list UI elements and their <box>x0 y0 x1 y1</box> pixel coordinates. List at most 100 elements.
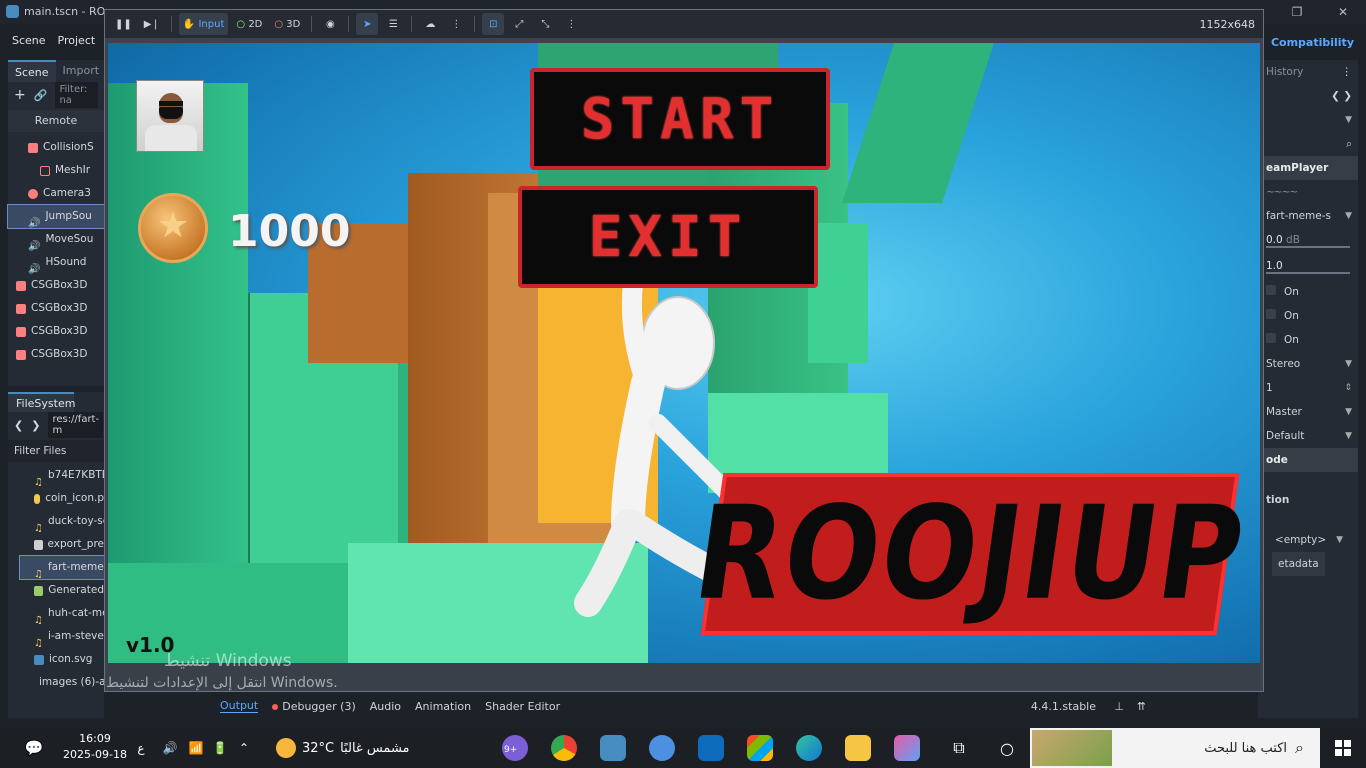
menu-project[interactable]: Project <box>58 30 96 52</box>
stream-field[interactable]: fart-meme-s <box>1266 204 1331 228</box>
shrink-icon[interactable]: ⤡ <box>534 13 556 35</box>
start-button[interactable]: START <box>530 68 830 170</box>
link-icon[interactable]: 🔗 <box>34 89 48 102</box>
file-list-item[interactable]: Generated <box>20 579 104 602</box>
file-list-item[interactable]: coin_icon.p <box>20 487 104 510</box>
pause-button[interactable]: ❚❚ <box>111 13 136 35</box>
taskbar-search-box[interactable]: اكتب هنا للبحث ⌕ <box>1030 728 1320 768</box>
taskbar-clock[interactable]: 16:09 2025-09-18 <box>60 731 130 763</box>
menu-dots-icon[interactable]: ⋮ <box>560 13 582 35</box>
editor-description-field[interactable]: <empty> <box>1275 528 1326 552</box>
mode-3d-button[interactable]: ○ 3D <box>270 13 304 35</box>
scene-tree-item[interactable]: CSGBox3D <box>8 274 104 297</box>
cortana-icon[interactable]: ○ <box>994 728 1020 768</box>
fullscreen-icon[interactable]: ⤢ <box>508 13 530 35</box>
max-polyphony-field[interactable]: 1 <box>1266 376 1273 400</box>
tab-debugger[interactable]: Debugger (3) <box>272 700 356 713</box>
mix-target-select[interactable]: Stereo <box>1266 352 1300 376</box>
scene-tree-item[interactable]: CollisionS <box>8 136 104 159</box>
bus-select[interactable]: Master <box>1266 400 1302 424</box>
game-viewport[interactable]: ★ 1000 START EXIT ROOJIUP v1.0 <box>108 43 1260 663</box>
scene-tree-item[interactable]: 🔊 HSound <box>8 251 104 274</box>
chevron-down-icon[interactable]: ▼ <box>1345 108 1352 132</box>
exit-button[interactable]: EXIT <box>518 186 818 288</box>
filter-files-input[interactable]: Filter Files <box>8 440 104 462</box>
language-indicator[interactable]: ع <box>134 728 148 768</box>
scene-tree-item[interactable]: CSGBox3D <box>8 343 104 366</box>
add-node-icon[interactable]: + <box>14 87 26 103</box>
store-icon[interactable] <box>747 735 773 761</box>
chevron-down-icon[interactable]: ▼ <box>1345 424 1352 448</box>
copilot-icon[interactable] <box>894 735 920 761</box>
volume-icon[interactable]: 🔊 <box>160 728 180 768</box>
file-list-item[interactable]: ♫ huh-cat-me <box>20 602 104 625</box>
copilot-search-icon[interactable] <box>649 735 675 761</box>
section-other[interactable]: tion <box>1258 472 1358 528</box>
fit-screen-icon[interactable]: ⊡ <box>482 13 505 35</box>
volume-slider[interactable] <box>1266 246 1350 248</box>
tab-audio[interactable]: Audio <box>370 700 401 713</box>
search-icon[interactable]: ⌕ <box>1346 132 1352 156</box>
close-button[interactable]: ✕ <box>1320 0 1366 24</box>
chevron-down-icon[interactable]: ▼ <box>1345 352 1352 376</box>
scene-tree-item[interactable]: 🔊 MoveSou <box>8 228 104 251</box>
list-select-icon[interactable]: ☰ <box>382 13 404 35</box>
notifications-icon[interactable]: 💬 <box>20 728 48 768</box>
scene-tree-item[interactable]: CSGBox3D <box>8 320 104 343</box>
chevron-down-icon[interactable]: ▼ <box>1345 400 1352 424</box>
nav-arrows-icon[interactable]: ❮ ❯ <box>1331 84 1352 108</box>
tab-output[interactable]: Output <box>220 699 259 713</box>
file-list-item[interactable]: ♫ i-am-steve. <box>20 625 104 648</box>
back-icon[interactable]: ❮ <box>14 419 23 432</box>
stream-chevron-icon[interactable]: ▼ <box>1345 204 1352 228</box>
file-list-item[interactable]: ♫ duck-toy-sc <box>20 510 104 533</box>
visibility-eye-icon[interactable]: ◉ <box>319 13 341 35</box>
expand-panel-icon[interactable]: ⇈ <box>1137 700 1146 713</box>
playback-type-select[interactable]: Default <box>1266 424 1304 448</box>
volume-value[interactable]: 0.0 <box>1266 234 1283 246</box>
file-list-item[interactable]: ♫ fart-meme <box>19 555 105 580</box>
tab-filesystem[interactable]: FileSystem <box>8 392 75 412</box>
menu-scene[interactable]: Scene <box>12 30 46 52</box>
file-list-item[interactable]: export_pre <box>20 533 104 556</box>
file-list-item[interactable]: icon.svg <box>20 648 104 671</box>
scene-tree-item[interactable]: Camera3 <box>8 182 104 205</box>
start-button-windows[interactable] <box>1320 728 1366 768</box>
mode-2d-button[interactable]: ○ 2D <box>232 13 266 35</box>
section-node[interactable]: ode <box>1258 448 1358 472</box>
scene-tree-item[interactable]: CSGBox3D <box>8 297 104 320</box>
add-metadata-button[interactable]: etadata <box>1272 552 1325 576</box>
file-list-item[interactable]: ♫ b74E7KBTE <box>20 464 104 487</box>
renderer-selector[interactable]: Compatibility <box>1271 36 1354 49</box>
battery-icon[interactable]: 🔋 <box>210 728 230 768</box>
tab-scene[interactable]: Scene <box>8 60 56 82</box>
chrome-icon[interactable] <box>551 735 577 761</box>
scene-filter-input[interactable]: Filter: na <box>55 82 98 108</box>
weather-widget[interactable]: 32°C مشمس غالبًا <box>276 738 410 758</box>
toggle-checkbox[interactable] <box>1266 333 1276 343</box>
tab-history[interactable]: History <box>1266 60 1303 84</box>
menu-dots-icon[interactable]: ⋮ <box>1342 60 1353 84</box>
menu-dots-icon[interactable]: ⋮ <box>445 13 467 35</box>
toggle-checkbox[interactable] <box>1266 285 1276 295</box>
pin-icon[interactable]: ⊥ <box>1114 700 1124 713</box>
camera-override-icon[interactable]: ☁ <box>419 13 441 35</box>
pitch-slider[interactable] <box>1266 272 1350 274</box>
file-list-item[interactable]: images (6)-artguru.png <box>20 671 104 694</box>
tab-import[interactable]: Import <box>56 60 107 82</box>
network-icon[interactable]: 📶 <box>186 728 206 768</box>
messenger-app-icon[interactable]: 9+ <box>502 735 528 761</box>
chevron-down-icon[interactable]: ▼ <box>1336 528 1343 552</box>
scene-tree-item[interactable]: 🔊 JumpSou <box>7 204 105 229</box>
edge-icon[interactable] <box>796 735 822 761</box>
outlook-icon[interactable] <box>698 735 724 761</box>
path-field[interactable]: res://fart-m <box>48 412 104 438</box>
forward-icon[interactable]: ❯ <box>31 419 40 432</box>
input-mode-button[interactable]: ✋ Input <box>178 13 229 35</box>
select-cursor-icon[interactable]: ➤ <box>356 13 379 35</box>
godot-taskbar-icon[interactable] <box>600 735 626 761</box>
task-view-icon[interactable]: ⧉ <box>946 728 972 768</box>
next-frame-button[interactable]: ▶❘ <box>140 13 164 35</box>
tab-shader-editor[interactable]: Shader Editor <box>485 700 560 713</box>
remote-button[interactable]: Remote <box>8 110 104 132</box>
